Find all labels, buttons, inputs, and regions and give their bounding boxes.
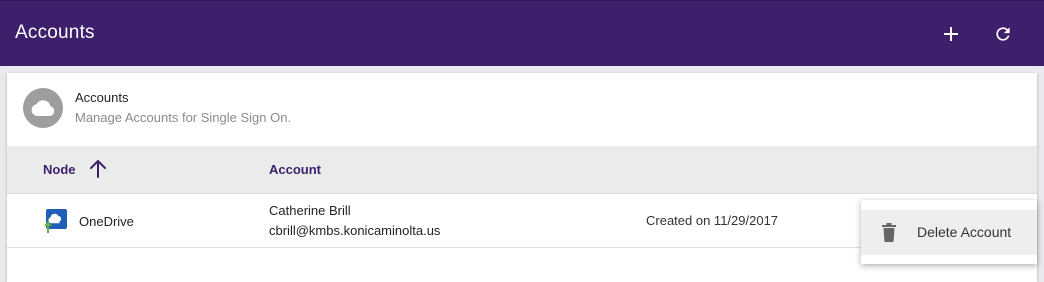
created-date: Created on 11/29/2017 (646, 213, 779, 228)
card-subtitle: Manage Accounts for Single Sign On. (75, 110, 292, 125)
add-account-button[interactable] (936, 19, 966, 49)
trash-icon (882, 223, 896, 242)
card-avatar (23, 88, 63, 128)
table-header: Node Account (7, 146, 1037, 194)
arrow-up-icon[interactable] (89, 159, 107, 179)
onedrive-icon (44, 209, 67, 233)
delete-account-menu-item[interactable]: Delete Account (861, 210, 1037, 255)
card-title: Accounts (75, 90, 129, 105)
node-name: OneDrive (79, 214, 134, 229)
account-name: Catherine Brill (269, 203, 351, 218)
account-email: cbrill@kmbs.konicaminolta.us (269, 223, 441, 238)
refresh-button[interactable] (988, 19, 1018, 49)
app-bar: Accounts (0, 0, 1044, 66)
plus-icon (944, 27, 958, 41)
context-menu: Delete Account (861, 200, 1037, 264)
column-header-account[interactable]: Account (269, 162, 321, 177)
refresh-icon (996, 27, 1010, 41)
column-header-node[interactable]: Node (43, 162, 76, 177)
cloud-icon (31, 100, 55, 116)
page-title: Accounts (15, 22, 95, 43)
delete-account-label: Delete Account (917, 224, 1012, 240)
